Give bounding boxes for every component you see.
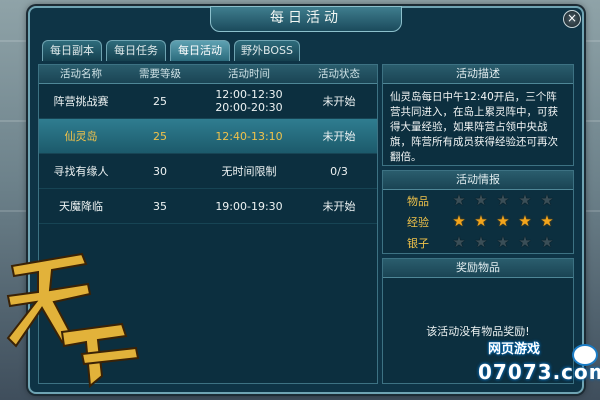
activity-time: 12:40-13:10 xyxy=(215,129,283,143)
activity-name: 寻找有缘人 xyxy=(53,164,109,178)
activity-time: 12:00-12:30 20:00-20:30 xyxy=(197,84,301,118)
reward-title: 奖励物品 xyxy=(383,259,573,278)
activity-level: 25 xyxy=(153,129,167,143)
activity-time: 无时间限制 xyxy=(221,164,277,178)
activity-name: 阵营挑战赛 xyxy=(53,94,109,108)
star-icon: ★ xyxy=(474,233,488,251)
tab-daily-quest[interactable]: 每日任务 xyxy=(106,40,166,61)
watermark-text-bottom: 07073.com xyxy=(478,360,600,384)
tab-daily-activity[interactable]: 每日活动 xyxy=(170,40,230,61)
activity-level: 30 xyxy=(153,164,167,178)
intel-row: 经验 ★ ★ ★ ★ ★ xyxy=(383,211,573,232)
intel-title: 活动情报 xyxy=(383,171,573,190)
activity-time: 19:00-19:30 xyxy=(215,199,283,213)
intel-rows: 物品 ★ ★ ★ ★ ★ 经验 ★ ★ ★ ★ ★ 银子 ★ ★ ★ ★ ★ xyxy=(383,190,573,253)
star-icon: ★ xyxy=(496,233,510,251)
table-row-selected[interactable]: 仙灵岛 25 12:40-13:10 未开始 xyxy=(39,119,377,154)
watermark-text-top: 网页游戏 xyxy=(488,342,541,357)
activity-name: 天魔降临 xyxy=(59,199,103,213)
star-icon: ★ xyxy=(452,233,466,251)
activity-status: 未开始 xyxy=(322,199,356,213)
tab-field-boss[interactable]: 野外BOSS xyxy=(234,40,300,61)
star-icon: ★ xyxy=(496,212,510,230)
star-icon: ★ xyxy=(518,191,532,209)
intel-label: 经验 xyxy=(407,216,429,229)
intel-label: 物品 xyxy=(407,195,429,208)
reward-text: 该活动没有物品奖励! xyxy=(426,325,530,338)
activity-description-panel: 活动描述 仙灵岛每日中午12:40开启，三个阵营共同进入，在岛上累灵阵中，可获得… xyxy=(382,64,574,166)
star-icon: ★ xyxy=(474,212,488,230)
window-title: 每日活动 xyxy=(210,6,402,32)
column-header-level: 需要等级 xyxy=(139,68,181,80)
intel-row: 银子 ★ ★ ★ ★ ★ xyxy=(383,232,573,253)
column-header-status: 活动状态 xyxy=(318,68,360,80)
column-header-name: 活动名称 xyxy=(60,68,102,80)
description-text: 仙灵岛每日中午12:40开启，三个阵营共同进入，在岛上累灵阵中，可获得大量经验，… xyxy=(390,91,558,163)
star-icon: ★ xyxy=(518,212,532,230)
star-icon: ★ xyxy=(452,191,466,209)
table-header: 活动名称 需要等级 活动时间 活动状态 xyxy=(39,65,377,84)
activity-name: 仙灵岛 xyxy=(64,129,98,143)
tab-daily-dungeon[interactable]: 每日副本 xyxy=(42,40,102,61)
star-icon: ★ xyxy=(518,233,532,251)
table-row[interactable]: 寻找有缘人 30 无时间限制 0/3 xyxy=(39,154,377,189)
star-icon: ★ xyxy=(474,191,488,209)
site-watermark: 网页游戏 07073.com xyxy=(476,338,600,398)
description-title: 活动描述 xyxy=(383,65,573,84)
column-header-time: 活动时间 xyxy=(228,68,270,80)
close-button[interactable]: × xyxy=(563,10,581,28)
activity-status: 未开始 xyxy=(322,129,356,143)
activity-status: 0/3 xyxy=(330,164,348,178)
activity-status: 未开始 xyxy=(322,94,356,108)
star-icon: ★ xyxy=(452,212,466,230)
activity-level: 25 xyxy=(153,94,167,108)
star-icon: ★ xyxy=(540,212,554,230)
intel-row: 物品 ★ ★ ★ ★ ★ xyxy=(383,190,573,211)
star-icon: ★ xyxy=(540,191,554,209)
table-row[interactable]: 天魔降临 35 19:00-19:30 未开始 xyxy=(39,189,377,224)
table-row[interactable]: 阵营挑战赛 25 12:00-12:30 20:00-20:30 未开始 xyxy=(39,84,377,119)
intel-label: 银子 xyxy=(407,237,429,250)
game-logo xyxy=(2,236,142,396)
activity-intel-panel: 活动情报 物品 ★ ★ ★ ★ ★ 经验 ★ ★ ★ ★ ★ 银子 ★ ★ ★ ★ ★ xyxy=(382,170,574,254)
activity-level: 35 xyxy=(153,199,167,213)
star-icon: ★ xyxy=(540,233,554,251)
activity-time-line-2: 20:00-20:30 xyxy=(215,101,283,114)
activity-time-line-1: 12:00-12:30 xyxy=(215,88,283,101)
star-icon: ★ xyxy=(496,191,510,209)
